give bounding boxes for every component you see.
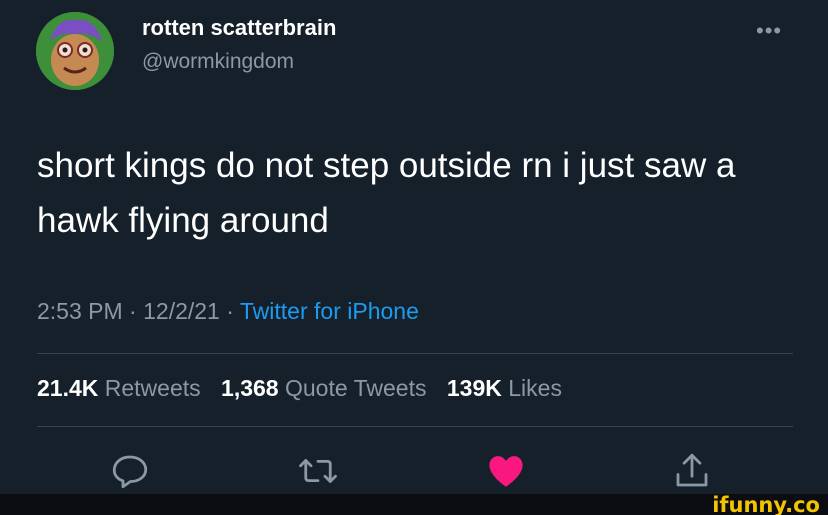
user-handle[interactable]: @wormkingdom	[142, 50, 294, 74]
retweets-label: Retweets	[104, 375, 201, 401]
tweet-source-link[interactable]: Twitter for iPhone	[240, 298, 419, 324]
quote-tweets-count: 1,368	[221, 375, 279, 401]
ifunny-watermark: ifunny.co	[712, 493, 820, 515]
likes-stat[interactable]: 139K Likes	[447, 375, 562, 401]
tweet-text: short kings do not step outside rn i jus…	[37, 146, 736, 240]
retweets-stat[interactable]: 21.4K Retweets	[37, 375, 207, 401]
retweet-button[interactable]	[295, 448, 341, 494]
share-icon	[676, 453, 708, 487]
quote-tweets-stat[interactable]: 1,368 Quote Tweets	[221, 375, 433, 401]
meta-separator: ·	[129, 298, 137, 324]
more-options-icon[interactable]: •••	[756, 20, 782, 42]
likes-count: 139K	[446, 375, 502, 401]
meta-separator: ·	[226, 298, 234, 324]
divider	[37, 426, 793, 427]
retweet-icon	[299, 459, 337, 483]
tweet-meta: 2:53 PM · 12/2/21 · Twitter for iPhone	[37, 298, 419, 325]
likes-label: Likes	[508, 375, 562, 401]
share-button[interactable]	[669, 448, 715, 494]
divider	[37, 353, 793, 354]
reply-icon	[112, 455, 148, 489]
watermark-bar: ifunny.co	[0, 493, 828, 515]
tweet-time[interactable]: 2:53 PM	[37, 298, 123, 324]
cartoon-face-avatar-icon	[36, 12, 114, 90]
tweet-date[interactable]: 12/2/21	[143, 298, 220, 324]
display-name[interactable]: rotten scatterbrain	[142, 15, 336, 41]
quote-tweets-label: Quote Tweets	[284, 375, 427, 401]
reply-button[interactable]	[107, 448, 153, 494]
retweets-count: 21.4K	[37, 375, 99, 401]
tweet-stats: 21.4K Retweets 1,368 Quote Tweets 139K L…	[37, 375, 576, 402]
avatar[interactable]	[36, 12, 114, 90]
like-icon	[489, 456, 523, 487]
like-button[interactable]	[483, 448, 529, 494]
